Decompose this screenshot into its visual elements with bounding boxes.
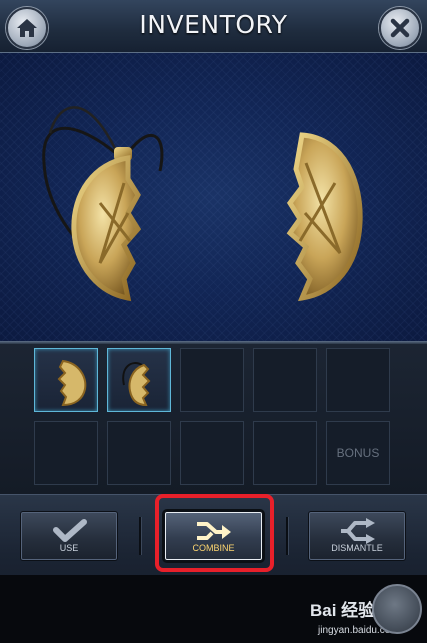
close-button[interactable] bbox=[379, 7, 421, 49]
top-bar: INVENTORY bbox=[0, 0, 427, 53]
medallion-half-with-cord-icon bbox=[122, 362, 151, 407]
dismantle-button[interactable]: DISMANTLE bbox=[308, 511, 406, 561]
inventory-slot-6[interactable] bbox=[34, 421, 98, 485]
dismantle-label: DISMANTLE bbox=[331, 543, 383, 553]
medallion-half-icon bbox=[286, 132, 363, 302]
floating-action-button[interactable] bbox=[372, 584, 422, 634]
inventory-grid: BONUS bbox=[0, 344, 427, 494]
button-divider bbox=[286, 517, 288, 555]
button-divider bbox=[139, 517, 141, 555]
inventory-slot-4[interactable] bbox=[253, 348, 317, 412]
item-preview-area bbox=[0, 53, 427, 341]
inventory-slot-9[interactable] bbox=[253, 421, 317, 485]
use-label: USE bbox=[59, 543, 79, 553]
medallion-half-with-cord-icon bbox=[42, 106, 164, 302]
inventory-slot-bonus[interactable]: BONUS bbox=[326, 421, 390, 485]
check-icon bbox=[53, 519, 87, 542]
bonus-label: BONUS bbox=[336, 446, 380, 460]
inventory-slot-3[interactable] bbox=[180, 348, 244, 412]
inventory-slot-2[interactable] bbox=[107, 348, 171, 412]
combine-highlight-frame bbox=[155, 494, 274, 572]
medallion-half-icon bbox=[57, 359, 87, 407]
inventory-slot-7[interactable] bbox=[107, 421, 171, 485]
use-button[interactable]: USE bbox=[20, 511, 118, 561]
page-title: INVENTORY bbox=[139, 10, 288, 39]
watermark-logo: Bai 经验 bbox=[310, 601, 376, 620]
inventory-slot-8[interactable] bbox=[180, 421, 244, 485]
inventory-slot-5[interactable] bbox=[326, 348, 390, 412]
inventory-slot-1[interactable] bbox=[34, 348, 98, 412]
split-arrows-icon bbox=[341, 518, 375, 544]
close-icon bbox=[390, 18, 410, 38]
